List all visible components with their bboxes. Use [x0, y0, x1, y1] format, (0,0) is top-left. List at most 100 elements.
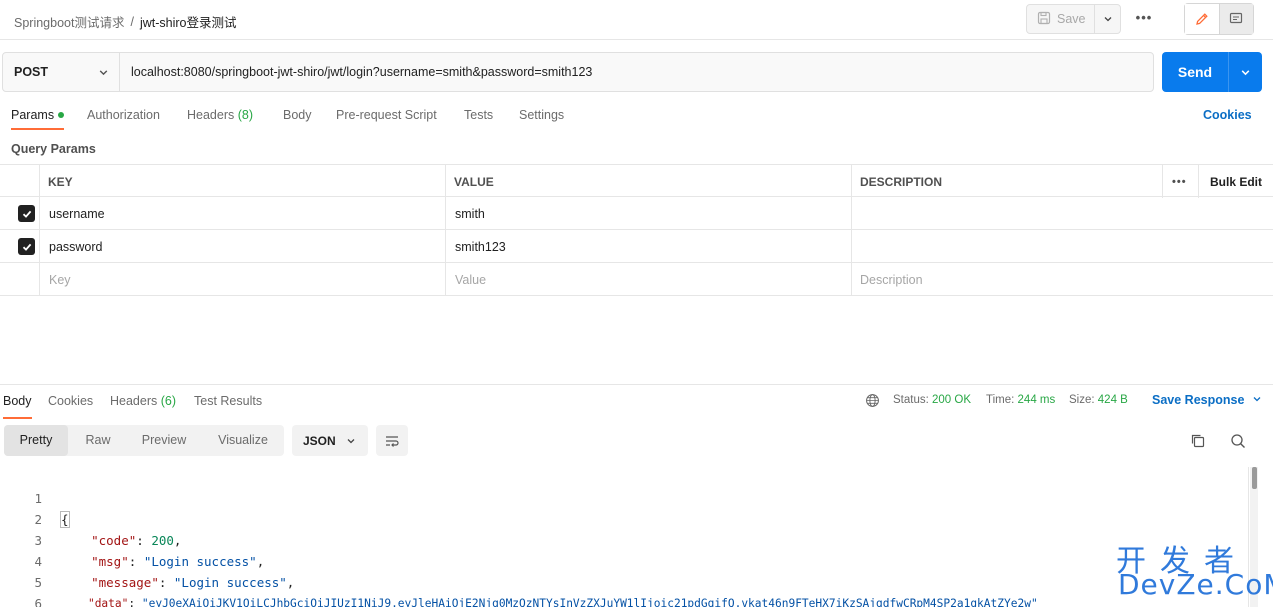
code-line: 3 "msg": "Login success",: [0, 509, 1250, 569]
request-tabs: Params Authorization Headers (8) Body Pr…: [0, 104, 1273, 130]
send-button[interactable]: Send: [1162, 52, 1228, 92]
table-row-empty: Key Value Description: [0, 263, 1273, 296]
format-select[interactable]: JSON: [292, 425, 368, 456]
chevron-down-icon: [99, 69, 108, 75]
save-button-group: Save: [1026, 4, 1121, 34]
tab-prerequest-script[interactable]: Pre-request Script: [336, 104, 437, 130]
view-mode-preview[interactable]: Preview: [132, 425, 196, 456]
response-body-editor[interactable]: 1 { 2 "code": 200, 3 "msg": "Login succe…: [0, 467, 1250, 607]
param-key[interactable]: password: [49, 230, 103, 263]
response-tab-body[interactable]: Body: [3, 391, 32, 419]
save-icon: [1037, 11, 1051, 28]
save-label: Save: [1057, 12, 1086, 26]
response-tab-headers[interactable]: Headers (6): [110, 391, 176, 419]
url-bar: POST localhost:8080/springboot-jwt-shiro…: [2, 52, 1154, 92]
save-response-label: Save Response: [1152, 393, 1245, 407]
save-response-button[interactable]: Save Response: [1152, 393, 1262, 407]
more-options-icon[interactable]: •••: [1134, 10, 1154, 25]
size-label: Size:: [1069, 394, 1095, 406]
tab-params[interactable]: Params: [11, 104, 65, 130]
chevron-down-icon: [1104, 17, 1111, 22]
edit-view-button[interactable]: [1185, 4, 1220, 34]
line-number: 6: [34, 596, 42, 607]
time-indicator[interactable]: Time: 244 ms: [986, 394, 1055, 406]
response-tab-test-results[interactable]: Test Results: [194, 391, 262, 419]
status-indicator[interactable]: Status: 200 OK: [893, 394, 971, 406]
response-divider: [0, 384, 1273, 385]
time-value: 244 ms: [1017, 394, 1056, 406]
json-key-data: "data": [87, 597, 129, 607]
method-label: POST: [14, 65, 49, 79]
view-mode-group: Pretty Raw Preview Visualize: [4, 425, 284, 456]
code-line: 1 {: [0, 467, 1250, 528]
code-line: 6 }: [0, 572, 1250, 607]
param-key[interactable]: username: [49, 197, 105, 230]
tab-settings[interactable]: Settings: [519, 104, 564, 130]
send-options-button[interactable]: [1228, 52, 1262, 92]
save-options-button[interactable]: [1095, 5, 1120, 33]
view-mode-visualize[interactable]: Visualize: [208, 425, 278, 456]
json-value-data: "eyJ0eXAiOiJKV1QiLCJhbGciOiJIUzI1NiJ9.ey…: [141, 597, 1038, 607]
param-value[interactable]: smith: [455, 197, 485, 230]
send-button-group: Send: [1162, 52, 1262, 92]
params-header-row: KEY VALUE DESCRIPTION ••• Bulk Edit: [0, 164, 1273, 198]
code-line: 4 "message": "Login success",: [0, 530, 1250, 590]
globe-icon[interactable]: [865, 393, 880, 411]
response-tab-cookies[interactable]: Cookies: [48, 391, 93, 419]
table-row: password smith123: [0, 230, 1273, 263]
size-indicator[interactable]: Size: 424 B: [1069, 394, 1128, 406]
url-input[interactable]: localhost:8080/springboot-jwt-shiro/jwt/…: [120, 53, 1153, 91]
cookies-link[interactable]: Cookies: [1203, 108, 1252, 122]
breadcrumb-collection[interactable]: Springboot测试请求: [14, 12, 124, 31]
save-button[interactable]: Save: [1027, 5, 1095, 33]
new-value-input[interactable]: Value: [455, 263, 486, 296]
method-select[interactable]: POST: [3, 53, 120, 91]
top-header: Springboot测试请求 / jwt-shiro登录测试 Save •••: [0, 0, 1273, 40]
tab-headers[interactable]: Headers (8): [187, 104, 253, 130]
row-checkbox[interactable]: [18, 230, 35, 263]
checkbox-checked-icon: [18, 205, 35, 222]
response-headers-count: (6): [160, 394, 177, 408]
documentation-view-button[interactable]: [1219, 4, 1253, 34]
editor-scrollbar-thumb[interactable]: [1252, 467, 1257, 489]
search-icon[interactable]: [1229, 432, 1247, 450]
new-description-input[interactable]: Description: [860, 263, 923, 296]
bulk-edit-button[interactable]: Bulk Edit: [1210, 165, 1262, 198]
wrap-lines-button[interactable]: [376, 425, 408, 456]
query-params-title: Query Params: [11, 142, 96, 156]
copy-icon[interactable]: [1189, 432, 1207, 450]
breadcrumb: Springboot测试请求 / jwt-shiro登录测试: [14, 12, 237, 31]
table-row: username smith: [0, 197, 1273, 230]
column-description: DESCRIPTION: [860, 174, 943, 189]
column-value: VALUE: [454, 174, 494, 189]
breadcrumb-separator: /: [130, 14, 134, 29]
format-label: JSON: [303, 433, 336, 448]
column-options-icon[interactable]: •••: [1172, 165, 1187, 198]
new-key-input[interactable]: Key: [49, 263, 71, 296]
pencil-icon: [1195, 13, 1208, 25]
code-line: 2 "code": 200,: [0, 488, 1250, 548]
comment-icon: [1230, 12, 1243, 24]
status-value: 200 OK: [932, 394, 972, 406]
response-tab-headers-label: Headers: [110, 394, 158, 408]
column-key: KEY: [48, 174, 73, 189]
chevron-down-icon: [347, 438, 355, 443]
headers-count: (8): [237, 108, 254, 122]
tab-headers-label: Headers: [187, 108, 235, 122]
time-label: Time:: [986, 394, 1015, 406]
chevron-down-icon: [1253, 397, 1261, 402]
tab-tests[interactable]: Tests: [464, 104, 493, 130]
view-toggle: [1184, 3, 1254, 35]
params-table: KEY VALUE DESCRIPTION ••• Bulk Edit user…: [0, 164, 1273, 296]
row-checkbox[interactable]: [18, 197, 35, 230]
params-active-dot: [58, 111, 65, 118]
view-mode-raw[interactable]: Raw: [74, 425, 122, 456]
breadcrumb-request-name[interactable]: jwt-shiro登录测试: [140, 12, 237, 31]
param-value[interactable]: smith123: [455, 230, 506, 263]
chevron-down-icon: [1241, 69, 1250, 75]
tab-params-label: Params: [11, 108, 55, 122]
size-value: 424 B: [1097, 394, 1128, 406]
view-mode-pretty[interactable]: Pretty: [4, 425, 68, 456]
tab-authorization[interactable]: Authorization: [87, 104, 160, 130]
tab-body[interactable]: Body: [283, 104, 312, 130]
